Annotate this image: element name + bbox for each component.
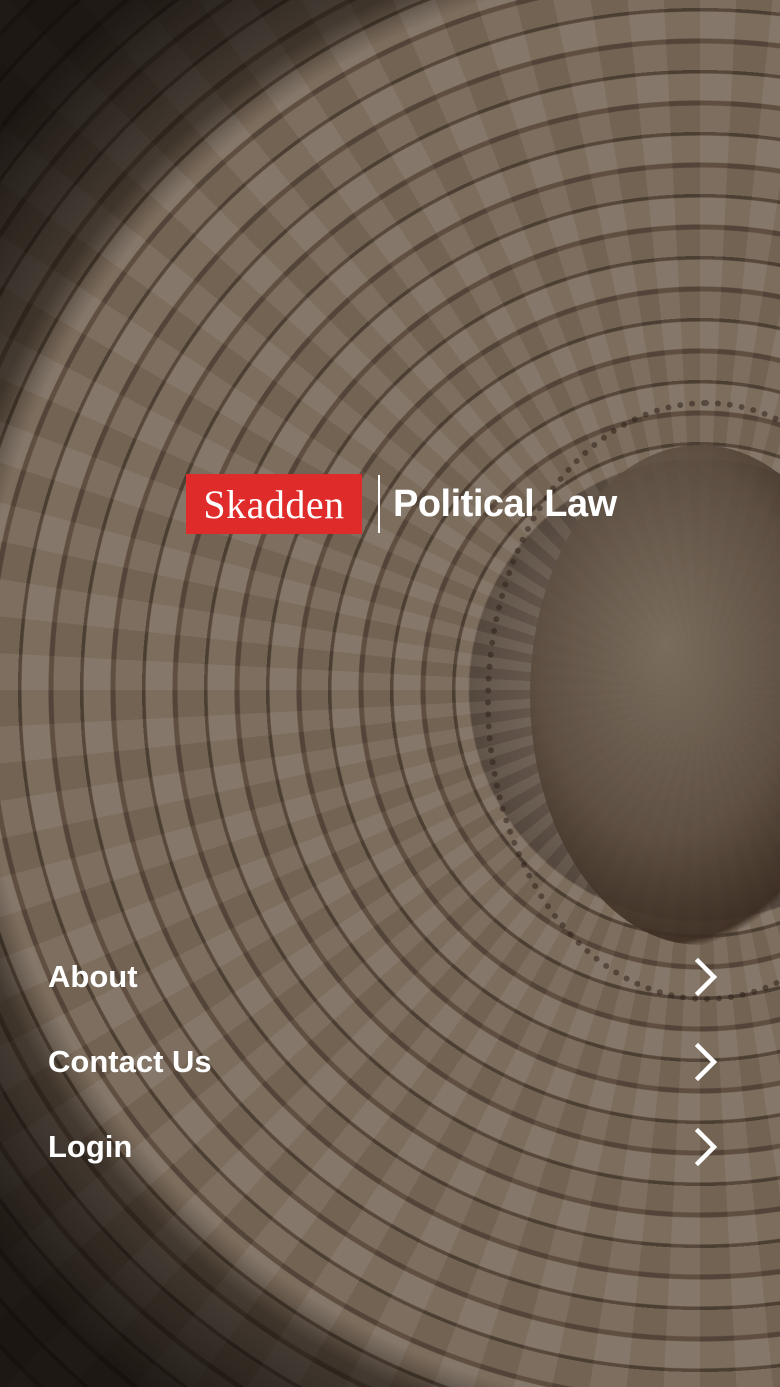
- app-logo: Skadden Political Law: [186, 474, 617, 534]
- menu-item-label: Contact Us: [48, 1043, 212, 1079]
- brand-name: Skadden: [203, 481, 345, 527]
- menu-item-label: Login: [48, 1128, 133, 1164]
- skadden-logo-box: Skadden: [186, 474, 362, 534]
- menu-item-label: About: [48, 958, 138, 994]
- menu-item-contact-us[interactable]: Contact Us: [0, 1019, 780, 1104]
- chevron-right-icon: [688, 957, 724, 996]
- main-menu: About Contact Us Login: [0, 934, 780, 1189]
- chevron-right-icon: [688, 1042, 724, 1081]
- splash-screen: Skadden Political Law About Contact Us L…: [0, 0, 780, 1387]
- menu-item-about[interactable]: About: [0, 934, 780, 1019]
- chevron-right-icon: [688, 1127, 724, 1166]
- logo-divider: [378, 475, 380, 533]
- product-name: Political Law: [393, 482, 617, 525]
- menu-item-login[interactable]: Login: [0, 1104, 780, 1189]
